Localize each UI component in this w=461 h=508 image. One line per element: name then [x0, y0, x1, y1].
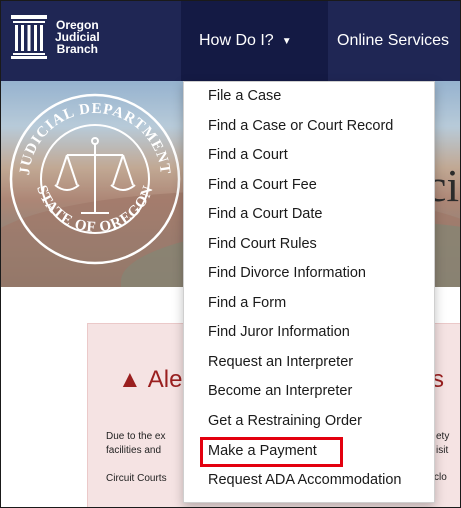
- courthouse-icon: [11, 15, 47, 59]
- menu-item-find-divorce-info[interactable]: Find Divorce Information: [208, 265, 366, 281]
- menu-item-find-case-record[interactable]: Find a Case or Court Record: [208, 118, 393, 134]
- menu-item-find-court-date[interactable]: Find a Court Date: [208, 206, 322, 222]
- alert-line-3: Circuit Courts: [106, 473, 167, 484]
- make-a-payment-highlight: [200, 437, 343, 467]
- menu-item-get-restraining-order[interactable]: Get a Restraining Order: [208, 413, 362, 429]
- menu-item-find-court-fee[interactable]: Find a Court Fee: [208, 177, 317, 193]
- alert-line-3-end: clo: [434, 472, 447, 483]
- scales-of-justice-icon: [54, 137, 136, 214]
- menu-item-find-court-rules[interactable]: Find Court Rules: [208, 236, 317, 252]
- nav-how-do-i[interactable]: How Do I? ▼: [181, 1, 328, 81]
- menu-item-request-ada[interactable]: Request ADA Accommodation: [208, 472, 401, 488]
- alert-line-1: Due to the ex: [106, 431, 166, 442]
- menu-item-become-interpreter[interactable]: Become an Interpreter: [208, 383, 352, 399]
- menu-item-find-juror-info[interactable]: Find Juror Information: [208, 324, 350, 340]
- menu-item-file-a-case[interactable]: File a Case: [208, 88, 281, 104]
- menu-item-find-a-form[interactable]: Find a Form: [208, 295, 286, 311]
- alert-line-1-end: ety: [436, 431, 450, 442]
- alert-line-2-end: isit: [436, 445, 449, 456]
- menu-item-find-a-court[interactable]: Find a Court: [208, 147, 288, 163]
- nav-online-services[interactable]: Online Services: [337, 1, 449, 81]
- caret-down-icon: ▼: [281, 35, 292, 47]
- menu-item-request-interpreter[interactable]: Request an Interpreter: [208, 354, 353, 370]
- alert-fragment: ety isit: [436, 430, 449, 458]
- judicial-department-seal: JUDICIAL DEPARTMENT STATE OF OREGON: [9, 93, 181, 265]
- top-navbar: Oregon Judicial Branch How Do I? ▼ Onlin…: [1, 1, 460, 81]
- nav-how-do-i-label: How Do I?: [199, 32, 274, 49]
- warning-icon: ▲: [118, 366, 142, 393]
- alert-line-2: facilities and: [106, 445, 162, 456]
- brand-name: Oregon Judicial Branch: [55, 19, 100, 55]
- alert-title: ▲ Ale: [118, 366, 182, 394]
- alert-title-text: Ale: [147, 366, 183, 393]
- nav-online-services-label: Online Services: [337, 32, 450, 49]
- browser-frame: Oregon Judicial Branch How Do I? ▼ Onlin…: [0, 0, 461, 508]
- brand-logo-link[interactable]: Oregon Judicial Branch: [11, 15, 100, 59]
- brand-line-3: Branch: [56, 42, 99, 56]
